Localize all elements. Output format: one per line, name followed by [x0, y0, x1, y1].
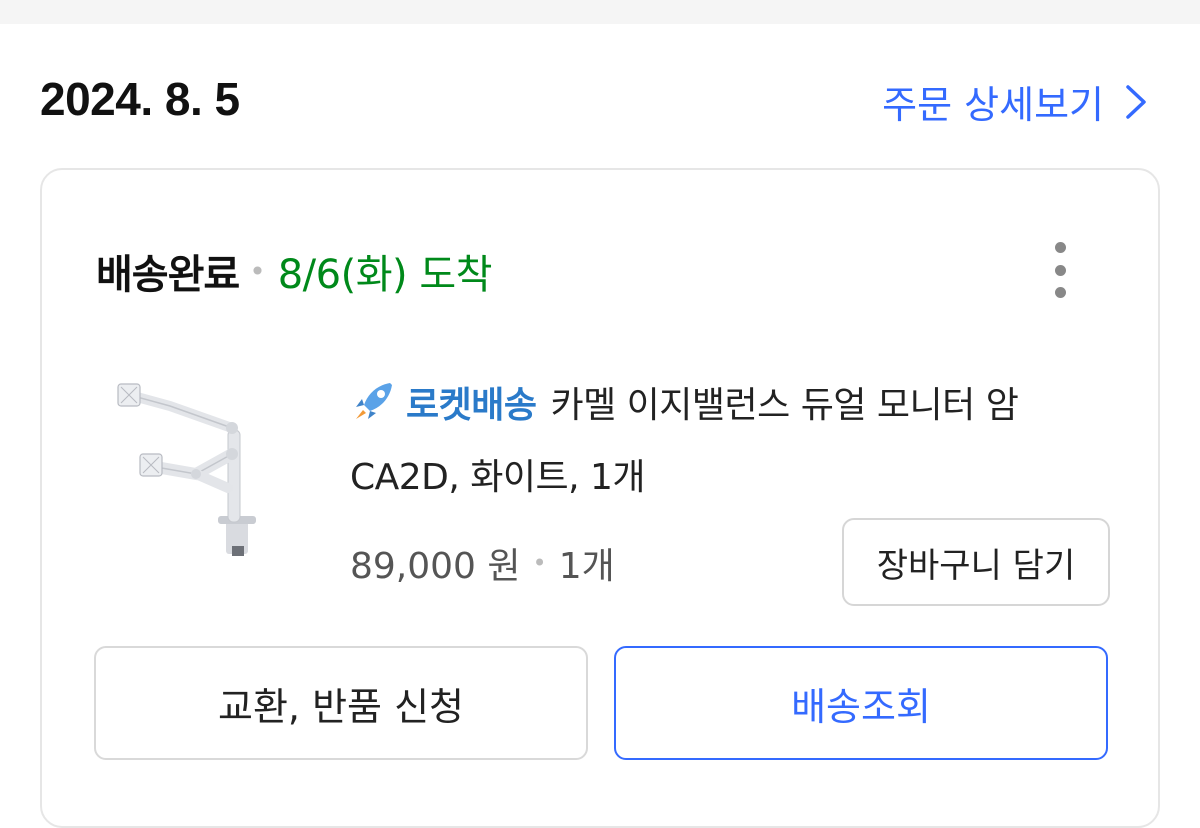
track-delivery-button[interactable]: 배송조회 [614, 646, 1108, 760]
arrival-date: 8/6(화) 도착 [277, 252, 493, 298]
order-detail-label: 주문 상세보기 [882, 83, 1104, 127]
order-date: 2024. 8. 5 [40, 73, 240, 125]
product-quantity: 1개 [558, 546, 615, 587]
order-detail-link[interactable]: 주문 상세보기 [882, 74, 1150, 129]
price-row: 89,000 원 • 1개 [350, 538, 615, 588]
chevron-right-icon [1126, 84, 1146, 119]
exchange-return-button[interactable]: 교환, 반품 신청 [94, 646, 588, 760]
product-title[interactable]: 로켓배송 카멜 이지밸런스 듀얼 모니터 암 CA2D, 화이트, 1개 [350, 370, 1110, 514]
product-price: 89,000 원 [350, 546, 521, 587]
monitor-arm-product-image[interactable] [100, 370, 280, 560]
rocket-icon [356, 383, 392, 419]
top-divider-band [0, 0, 1200, 24]
rocket-delivery-badge: 로켓배송 [406, 385, 537, 426]
separator-dot: • [532, 549, 547, 577]
more-options-icon[interactable] [1048, 242, 1072, 298]
order-card: 배송완료 • 8/6(화) 도착 로켓배송 카멜 이지밸런스 듀얼 모니터 암 … [40, 168, 1160, 828]
add-to-cart-button[interactable]: 장바구니 담기 [842, 518, 1110, 606]
order-header: 2024. 8. 5 주문 상세보기 [40, 68, 1150, 132]
delivery-status-row: 배송완료 • 8/6(화) 도착 [96, 246, 492, 298]
delivery-status: 배송완료 [96, 252, 240, 298]
separator-dot: • [249, 254, 266, 288]
